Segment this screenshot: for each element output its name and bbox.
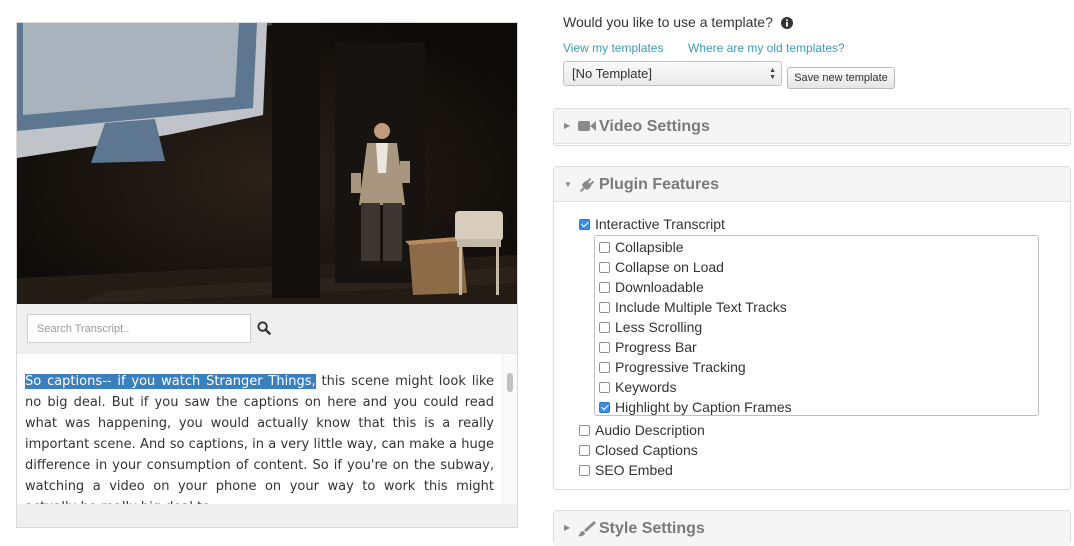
template-select[interactable]: [No Template] ▲ ▼ xyxy=(563,61,782,86)
interactive-transcript-label: Interactive Transcript xyxy=(595,216,725,232)
template-question: Would you like to use a template? xyxy=(563,14,793,30)
seo-embed-label: SEO Embed xyxy=(595,462,673,478)
save-new-template-button[interactable]: Save new template xyxy=(787,67,895,89)
style-settings-panel: ▶ Style Settings xyxy=(553,510,1071,546)
less-scrolling-checkbox[interactable] xyxy=(599,322,610,333)
interactive-transcript-checkbox[interactable] xyxy=(579,219,590,230)
closed-captions-option[interactable]: Closed Captions xyxy=(579,442,698,458)
keywords-option[interactable]: Keywords xyxy=(599,379,676,395)
transcript-text[interactable]: So captions-- if you watch Stranger Thin… xyxy=(25,371,494,504)
paintbrush-icon xyxy=(578,521,596,537)
plugin-features-header[interactable]: ▼ Plugin Features xyxy=(554,167,1070,202)
template-question-text: Would you like to use a template? xyxy=(563,14,773,30)
select-arrows-icon: ▲ ▼ xyxy=(769,67,776,81)
seo-embed-option[interactable]: SEO Embed xyxy=(579,462,673,478)
transcript-scrollbar[interactable] xyxy=(502,354,517,504)
video-settings-header[interactable]: ▶ Video Settings xyxy=(554,109,1070,144)
media-player-panel: So captions-- if you watch Stranger Thin… xyxy=(16,22,518,528)
view-templates-link[interactable]: View my templates xyxy=(563,41,663,55)
active-caption-highlight[interactable]: So captions-- if you watch Stranger Thin… xyxy=(25,374,316,389)
video-settings-title: Video Settings xyxy=(599,118,710,135)
plug-icon xyxy=(579,177,595,193)
progressive-tracking-option[interactable]: Progressive Tracking xyxy=(599,359,746,375)
seo-embed-checkbox[interactable] xyxy=(579,465,590,476)
progress-bar-checkbox[interactable] xyxy=(599,342,610,353)
audio-description-checkbox[interactable] xyxy=(579,425,590,436)
multiple-text-tracks-option[interactable]: Include Multiple Text Tracks xyxy=(599,299,787,315)
search-input[interactable] xyxy=(27,314,251,343)
scrollbar-thumb[interactable] xyxy=(507,373,513,392)
downloadable-checkbox[interactable] xyxy=(599,282,610,293)
closed-captions-label: Closed Captions xyxy=(595,442,698,458)
interactive-transcript[interactable]: So captions-- if you watch Stranger Thin… xyxy=(17,354,517,504)
transcript-footer xyxy=(17,504,517,527)
video-camera-icon xyxy=(578,121,596,131)
video-still xyxy=(17,23,517,304)
closed-captions-checkbox[interactable] xyxy=(579,445,590,456)
keywords-label: Keywords xyxy=(615,379,677,395)
audio-description-option[interactable]: Audio Description xyxy=(579,422,705,438)
caret-right-icon: ▶ xyxy=(564,121,571,130)
interactive-transcript-option[interactable]: Interactive Transcript xyxy=(579,216,725,232)
transcript-search-bar xyxy=(17,304,517,354)
progressive-tracking-label: Progressive Tracking xyxy=(615,359,746,375)
progress-bar-label: Progress Bar xyxy=(615,339,697,355)
downloadable-label: Downloadable xyxy=(615,279,704,295)
highlight-caption-frames-checkbox[interactable] xyxy=(599,402,610,413)
multiple-text-tracks-label: Include Multiple Text Tracks xyxy=(615,299,787,315)
collapse-on-load-checkbox[interactable] xyxy=(599,262,610,273)
template-select-value: [No Template] xyxy=(572,66,652,81)
less-scrolling-label: Less Scrolling xyxy=(615,319,703,335)
search-icon[interactable] xyxy=(257,321,271,335)
info-icon[interactable] xyxy=(780,17,793,29)
highlight-caption-frames-label: Highlight by Caption Frames xyxy=(615,399,792,415)
old-templates-link[interactable]: Where are my old templates? xyxy=(688,41,845,55)
collapsible-option[interactable]: Collapsible xyxy=(599,239,683,255)
transcript-body[interactable]: this scene might look like no big deal. … xyxy=(25,374,494,504)
collapse-on-load-label: Collapse on Load xyxy=(615,259,724,275)
less-scrolling-option[interactable]: Less Scrolling xyxy=(599,319,702,335)
progressive-tracking-checkbox[interactable] xyxy=(599,362,610,373)
video-frame[interactable] xyxy=(17,23,517,304)
style-settings-header[interactable]: ▶ Style Settings xyxy=(554,511,1070,546)
downloadable-option[interactable]: Downloadable xyxy=(599,279,704,295)
collapse-on-load-option[interactable]: Collapse on Load xyxy=(599,259,724,275)
collapsible-label: Collapsible xyxy=(615,239,684,255)
keywords-checkbox[interactable] xyxy=(599,382,610,393)
caret-right-icon: ▶ xyxy=(564,523,571,532)
caret-down-icon: ▼ xyxy=(564,180,572,189)
multiple-text-tracks-checkbox[interactable] xyxy=(599,302,610,313)
highlight-caption-frames-option[interactable]: Highlight by Caption Frames xyxy=(599,399,792,415)
video-settings-panel: ▶ Video Settings xyxy=(553,108,1071,146)
collapsible-checkbox[interactable] xyxy=(599,242,610,253)
progress-bar-option[interactable]: Progress Bar xyxy=(599,339,697,355)
style-settings-title: Style Settings xyxy=(599,520,705,537)
plugin-features-title: Plugin Features xyxy=(599,176,720,193)
audio-description-label: Audio Description xyxy=(595,422,705,438)
